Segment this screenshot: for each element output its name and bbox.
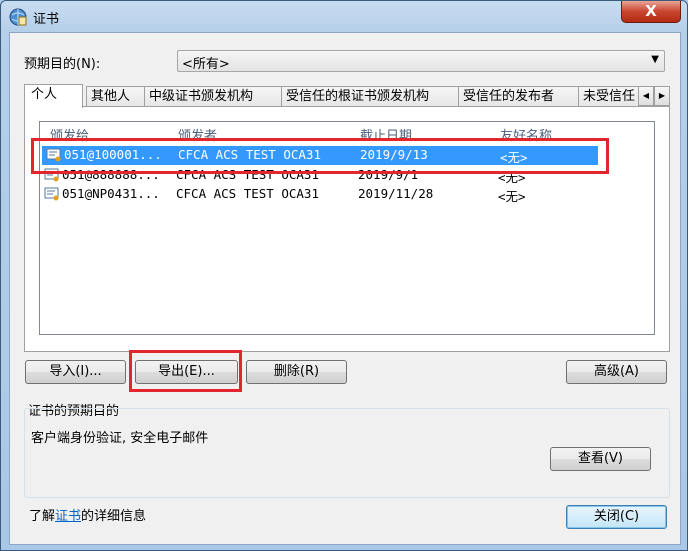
cell-issuer: CFCA ACS TEST OCA31 bbox=[178, 147, 321, 162]
view-button[interactable]: 查看(V) bbox=[550, 447, 651, 471]
column-issuer[interactable]: 颁发者 bbox=[178, 125, 217, 144]
cell-issuer: CFCA ACS TEST OCA31 bbox=[176, 186, 319, 201]
column-issued-to[interactable]: 颁发给 bbox=[50, 125, 89, 144]
cell-friendly-name: <无> bbox=[500, 150, 528, 165]
remove-button[interactable]: 删除(R) bbox=[246, 360, 347, 384]
learn-more-text: 了解证书的详细信息 bbox=[29, 505, 146, 524]
store-tabs: 个人 其他人 中级证书颁发机构 受信任的根证书颁发机构 受信任的发布者 未受信任… bbox=[24, 84, 670, 108]
cell-friendly-name: <无> bbox=[498, 189, 526, 204]
certificates-dialog: 证书 X 预期目的(N): <所有> ▼ 个人 其他人 中级证书颁发机构 受信任… bbox=[0, 0, 688, 551]
column-friendly-name[interactable]: 友好名称 bbox=[500, 125, 552, 144]
certificate-icon bbox=[44, 187, 59, 201]
cell-issued-to: 051@888888... bbox=[62, 167, 160, 182]
tab-personal[interactable]: 个人 bbox=[24, 84, 83, 108]
close-button[interactable]: 关闭(C) bbox=[566, 505, 667, 529]
certificate-list[interactable]: 颁发给 颁发者 截止日期 友好名称 051@100001... CFCA ACS… bbox=[39, 121, 655, 335]
cell-issued-to: 051@100001... bbox=[64, 147, 162, 162]
certificate-icon bbox=[44, 168, 59, 182]
tab-scroll-left-icon[interactable]: ◀ bbox=[638, 86, 654, 106]
purpose-combo[interactable]: <所有> ▼ bbox=[177, 50, 665, 72]
cell-friendly-name: <无> bbox=[498, 170, 526, 185]
table-row[interactable]: 051@888888... CFCA ACS TEST OCA31 2019/9… bbox=[40, 166, 654, 185]
table-row[interactable]: 051@NP0431... CFCA ACS TEST OCA31 2019/1… bbox=[40, 185, 654, 204]
title-bar[interactable]: 证书 X bbox=[1, 1, 687, 31]
window-title: 证书 bbox=[33, 12, 60, 27]
cell-issuer: CFCA ACS TEST OCA31 bbox=[176, 167, 319, 182]
cell-expiration: 2019/9/1 bbox=[358, 167, 419, 182]
tab-scroll-right-icon[interactable]: ▶ bbox=[654, 86, 670, 106]
purpose-group: 客户端身份验证, 安全电子邮件 查看(V) bbox=[24, 408, 670, 498]
purpose-text: 客户端身份验证, 安全电子邮件 bbox=[31, 431, 209, 446]
cell-issued-to: 051@NP0431... bbox=[62, 186, 160, 201]
purpose-label: 预期目的(N): bbox=[24, 57, 101, 72]
cell-expiration: 2019/11/28 bbox=[358, 186, 434, 201]
window-close-button[interactable]: X bbox=[621, 1, 681, 23]
learn-more-suffix: 的详细信息 bbox=[81, 509, 147, 524]
export-button[interactable]: 导出(E)... bbox=[135, 360, 238, 384]
tab-panel: 颁发给 颁发者 截止日期 友好名称 051@100001... CFCA ACS… bbox=[24, 106, 670, 352]
import-button[interactable]: 导入(I)... bbox=[25, 360, 126, 384]
column-expiration[interactable]: 截止日期 bbox=[360, 125, 412, 144]
dialog-client-area: 预期目的(N): <所有> ▼ 个人 其他人 中级证书颁发机构 受信任的根证书颁… bbox=[9, 32, 681, 545]
tab-other-people[interactable]: 其他人 bbox=[86, 86, 145, 107]
certificate-globe-icon bbox=[9, 8, 27, 26]
list-header: 颁发给 颁发者 截止日期 友好名称 bbox=[40, 122, 654, 144]
tab-untrusted[interactable]: 未受信任 bbox=[578, 86, 640, 107]
tab-trusted-root-ca[interactable]: 受信任的根证书颁发机构 bbox=[281, 86, 459, 107]
chevron-down-icon: ▼ bbox=[651, 54, 659, 65]
purpose-combo-value: <所有> bbox=[182, 57, 230, 72]
table-row[interactable]: 051@100001... CFCA ACS TEST OCA31 2019/9… bbox=[42, 146, 598, 165]
certificate-icon bbox=[46, 148, 61, 162]
tab-trusted-publishers[interactable]: 受信任的发布者 bbox=[458, 86, 579, 107]
advanced-button[interactable]: 高级(A) bbox=[566, 360, 667, 384]
tab-intermediate-ca[interactable]: 中级证书颁发机构 bbox=[144, 86, 282, 107]
learn-more-prefix: 了解 bbox=[29, 509, 56, 524]
certificates-link[interactable]: 证书 bbox=[55, 509, 81, 524]
cell-expiration: 2019/9/13 bbox=[360, 147, 428, 162]
